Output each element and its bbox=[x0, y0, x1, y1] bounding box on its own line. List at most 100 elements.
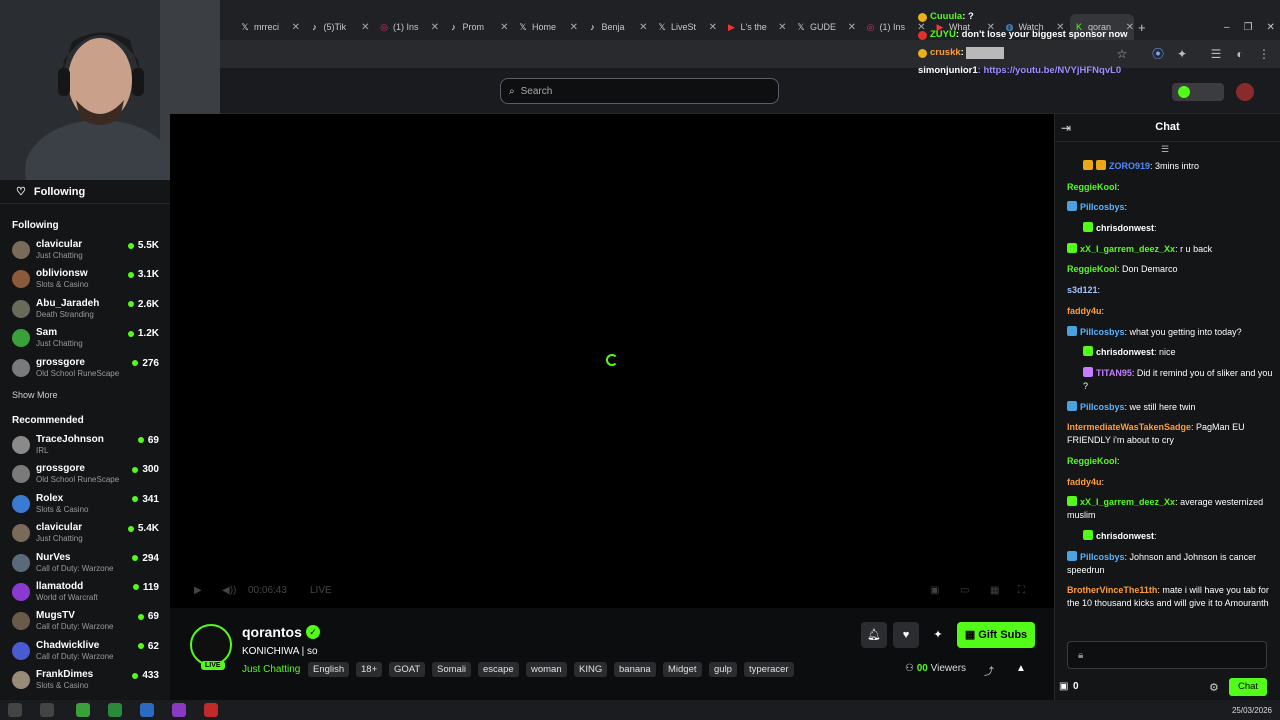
browser-tab[interactable]: ◎ (1) Ins ✕ bbox=[862, 14, 926, 40]
sidebar-channel[interactable]: TraceJohnson IRL 69 bbox=[0, 431, 170, 460]
app-icon[interactable] bbox=[140, 703, 154, 717]
show-more-link[interactable]: Show More bbox=[0, 383, 170, 411]
profile-icon[interactable]: ◐ bbox=[1232, 46, 1248, 62]
close-icon[interactable]: ✕ bbox=[848, 22, 856, 33]
clip-button[interactable]: ✦ bbox=[925, 622, 951, 648]
sidebar-channel[interactable]: Chadwicklive Call of Duty: Warzone 62 bbox=[0, 637, 170, 666]
browser-tab[interactable]: ▶ L's the ✕ bbox=[723, 14, 786, 40]
chat-username[interactable]: ReggieKool bbox=[1067, 456, 1117, 466]
pip-icon[interactable]: ▣ bbox=[930, 585, 939, 596]
chat-username[interactable]: xX_I_garrem_deez_Xx bbox=[1080, 497, 1175, 507]
chat-username[interactable]: Pillcosbys bbox=[1080, 202, 1125, 212]
fullscreen-icon[interactable]: ⛶ bbox=[1018, 585, 1025, 596]
chat-send-button[interactable]: Chat bbox=[1229, 678, 1267, 696]
sidebar-channel[interactable]: oblivionsw Slots & Casino 3.1K bbox=[0, 265, 170, 294]
sidebar-channel[interactable]: MugsTV Call of Duty: Warzone 69 bbox=[0, 607, 170, 636]
menu-icon[interactable]: ⋮ bbox=[1256, 46, 1272, 62]
close-icon[interactable]: ✕ bbox=[639, 22, 647, 33]
app-icon[interactable] bbox=[76, 703, 90, 717]
browser-tab[interactable]: ♪ Prom ✕ bbox=[445, 14, 508, 40]
close-icon[interactable]: ✕ bbox=[361, 22, 369, 33]
sidebar-channel[interactable]: clavicular Just Chatting 5.4K bbox=[0, 519, 170, 548]
chat-username[interactable]: Pillcosbys bbox=[1080, 327, 1125, 337]
sidebar-channel[interactable]: Rolex Slots & Casino 341 bbox=[0, 490, 170, 519]
browser-tab[interactable]: ♪ (5)Tik ✕ bbox=[306, 14, 369, 40]
close-icon[interactable]: ✕ bbox=[500, 22, 508, 33]
stream-category[interactable]: Just Chatting bbox=[242, 664, 300, 675]
chat-username[interactable]: ZORO919 bbox=[1109, 161, 1150, 171]
chat-username[interactable]: chrisdonwest bbox=[1096, 223, 1154, 233]
volume-icon[interactable]: ◀)) bbox=[222, 585, 236, 596]
search-bar[interactable]: ⌕ bbox=[500, 78, 779, 104]
chat-username[interactable]: ReggieKool bbox=[1067, 264, 1117, 274]
gear-icon[interactable]: ⚙ bbox=[1209, 681, 1219, 694]
user-avatar[interactable] bbox=[1236, 83, 1254, 101]
browser-tab[interactable]: ◎ (1) Ins ✕ bbox=[375, 14, 439, 40]
sidebar-channel[interactable]: Sam Just Chatting 1.2K bbox=[0, 324, 170, 353]
close-icon[interactable]: ✕ bbox=[292, 22, 300, 33]
chat-username[interactable]: IntermediateWasTakenSadge bbox=[1067, 422, 1191, 432]
chat-username[interactable]: s3d121 bbox=[1067, 285, 1098, 295]
sidebar-channel[interactable]: grossgore Old School RuneScape 276 bbox=[0, 354, 170, 383]
stream-tag[interactable]: 18+ bbox=[356, 662, 383, 677]
stream-tag[interactable]: Somali bbox=[432, 662, 472, 677]
chat-username[interactable]: Pillcosbys bbox=[1080, 402, 1125, 412]
play-icon[interactable]: ▶ bbox=[194, 585, 202, 596]
header-toggle[interactable] bbox=[1172, 83, 1224, 101]
stream-tag[interactable]: typeracer bbox=[744, 662, 794, 677]
chat-username[interactable]: BrotherVinceThe11th bbox=[1067, 585, 1157, 595]
app-icon[interactable] bbox=[204, 703, 218, 717]
streamer-name[interactable]: qorantos bbox=[242, 624, 302, 640]
chat-username[interactable]: Pillcosbys bbox=[1080, 552, 1125, 562]
stream-tag[interactable]: GOAT bbox=[389, 662, 426, 677]
app-icon[interactable] bbox=[108, 703, 122, 717]
windows-icon[interactable] bbox=[8, 703, 22, 717]
browser-tab[interactable]: 𝕏 Home ✕ bbox=[514, 14, 578, 40]
chat-username[interactable]: xX_I_garrem_deez_Xx bbox=[1080, 244, 1175, 254]
minimize-icon[interactable]: – bbox=[1224, 22, 1230, 33]
close-icon[interactable]: ✕ bbox=[570, 22, 578, 33]
sidebar-channel[interactable]: NurVes Call of Duty: Warzone 294 bbox=[0, 549, 170, 578]
browser-tab[interactable]: 𝕏 LiveSt ✕ bbox=[653, 14, 717, 40]
settings-icon[interactable]: ▦ bbox=[990, 585, 999, 596]
report-icon[interactable]: ▲ bbox=[1016, 663, 1026, 674]
close-icon[interactable]: ✕ bbox=[431, 22, 439, 33]
chat-username[interactable]: chrisdonwest bbox=[1096, 531, 1154, 541]
maximize-icon[interactable]: ❐ bbox=[1244, 22, 1253, 33]
close-window-icon[interactable]: ✕ bbox=[1267, 22, 1275, 33]
share-icon[interactable]: ⤴ bbox=[984, 663, 994, 678]
sidebar-channel[interactable]: llamatodd World of Warcraft 119 bbox=[0, 578, 170, 607]
stream-tag[interactable]: KING bbox=[574, 662, 608, 677]
sidebar-channel[interactable]: FrankDimes Slots & Casino 433 bbox=[0, 666, 170, 695]
chat-username[interactable]: ReggieKool bbox=[1067, 182, 1117, 192]
chat-username[interactable]: chrisdonwest bbox=[1096, 347, 1154, 357]
browser-tab[interactable]: ♪ Benja ✕ bbox=[584, 14, 647, 40]
sidebar-channel[interactable]: clavicular Just Chatting 5.5K bbox=[0, 236, 170, 265]
search-input[interactable] bbox=[520, 85, 761, 97]
browser-tab[interactable]: 𝕏mrreci ✕ bbox=[236, 14, 300, 40]
stream-tag[interactable]: banana bbox=[614, 662, 656, 677]
sidebar-channel[interactable]: grossgore Old School RuneScape 300 bbox=[0, 460, 170, 489]
chat-input[interactable]: 🔒︎ bbox=[1067, 641, 1267, 669]
theater-icon[interactable]: ▭ bbox=[960, 585, 969, 596]
stream-tag[interactable]: English bbox=[308, 662, 350, 677]
new-tab-button[interactable]: + bbox=[1138, 14, 1146, 40]
close-icon[interactable]: ✕ bbox=[709, 22, 717, 33]
notification-button[interactable]: 🔔︎ bbox=[861, 622, 887, 648]
sidebar-icon[interactable]: ☰ bbox=[1208, 46, 1224, 62]
follow-button[interactable]: ♥ bbox=[893, 622, 919, 648]
streamer-avatar[interactable]: LIVE bbox=[190, 624, 232, 670]
sidebar-channel[interactable]: Abu_Jaradeh Death Stranding 2.6K bbox=[0, 295, 170, 324]
chat-username[interactable]: TITAN95 bbox=[1096, 368, 1132, 378]
stream-tag[interactable]: gulp bbox=[709, 662, 737, 677]
chat-username[interactable]: faddy4u bbox=[1067, 306, 1102, 316]
chat-username[interactable]: faddy4u bbox=[1067, 477, 1102, 487]
sidebar-header[interactable]: ♡ Following bbox=[0, 180, 170, 204]
stream-tag[interactable]: Midget bbox=[663, 662, 702, 677]
stream-tag[interactable]: woman bbox=[526, 662, 567, 677]
search-icon[interactable] bbox=[40, 703, 54, 717]
close-icon[interactable]: ✕ bbox=[778, 22, 786, 33]
video-player[interactable]: ▶ ◀)) 00:06:43 LIVE ▣ ▭ ▦ ⛶ bbox=[170, 114, 1054, 608]
stream-tag[interactable]: escape bbox=[478, 662, 519, 677]
puzzle-icon[interactable]: ✦ bbox=[1174, 46, 1190, 62]
